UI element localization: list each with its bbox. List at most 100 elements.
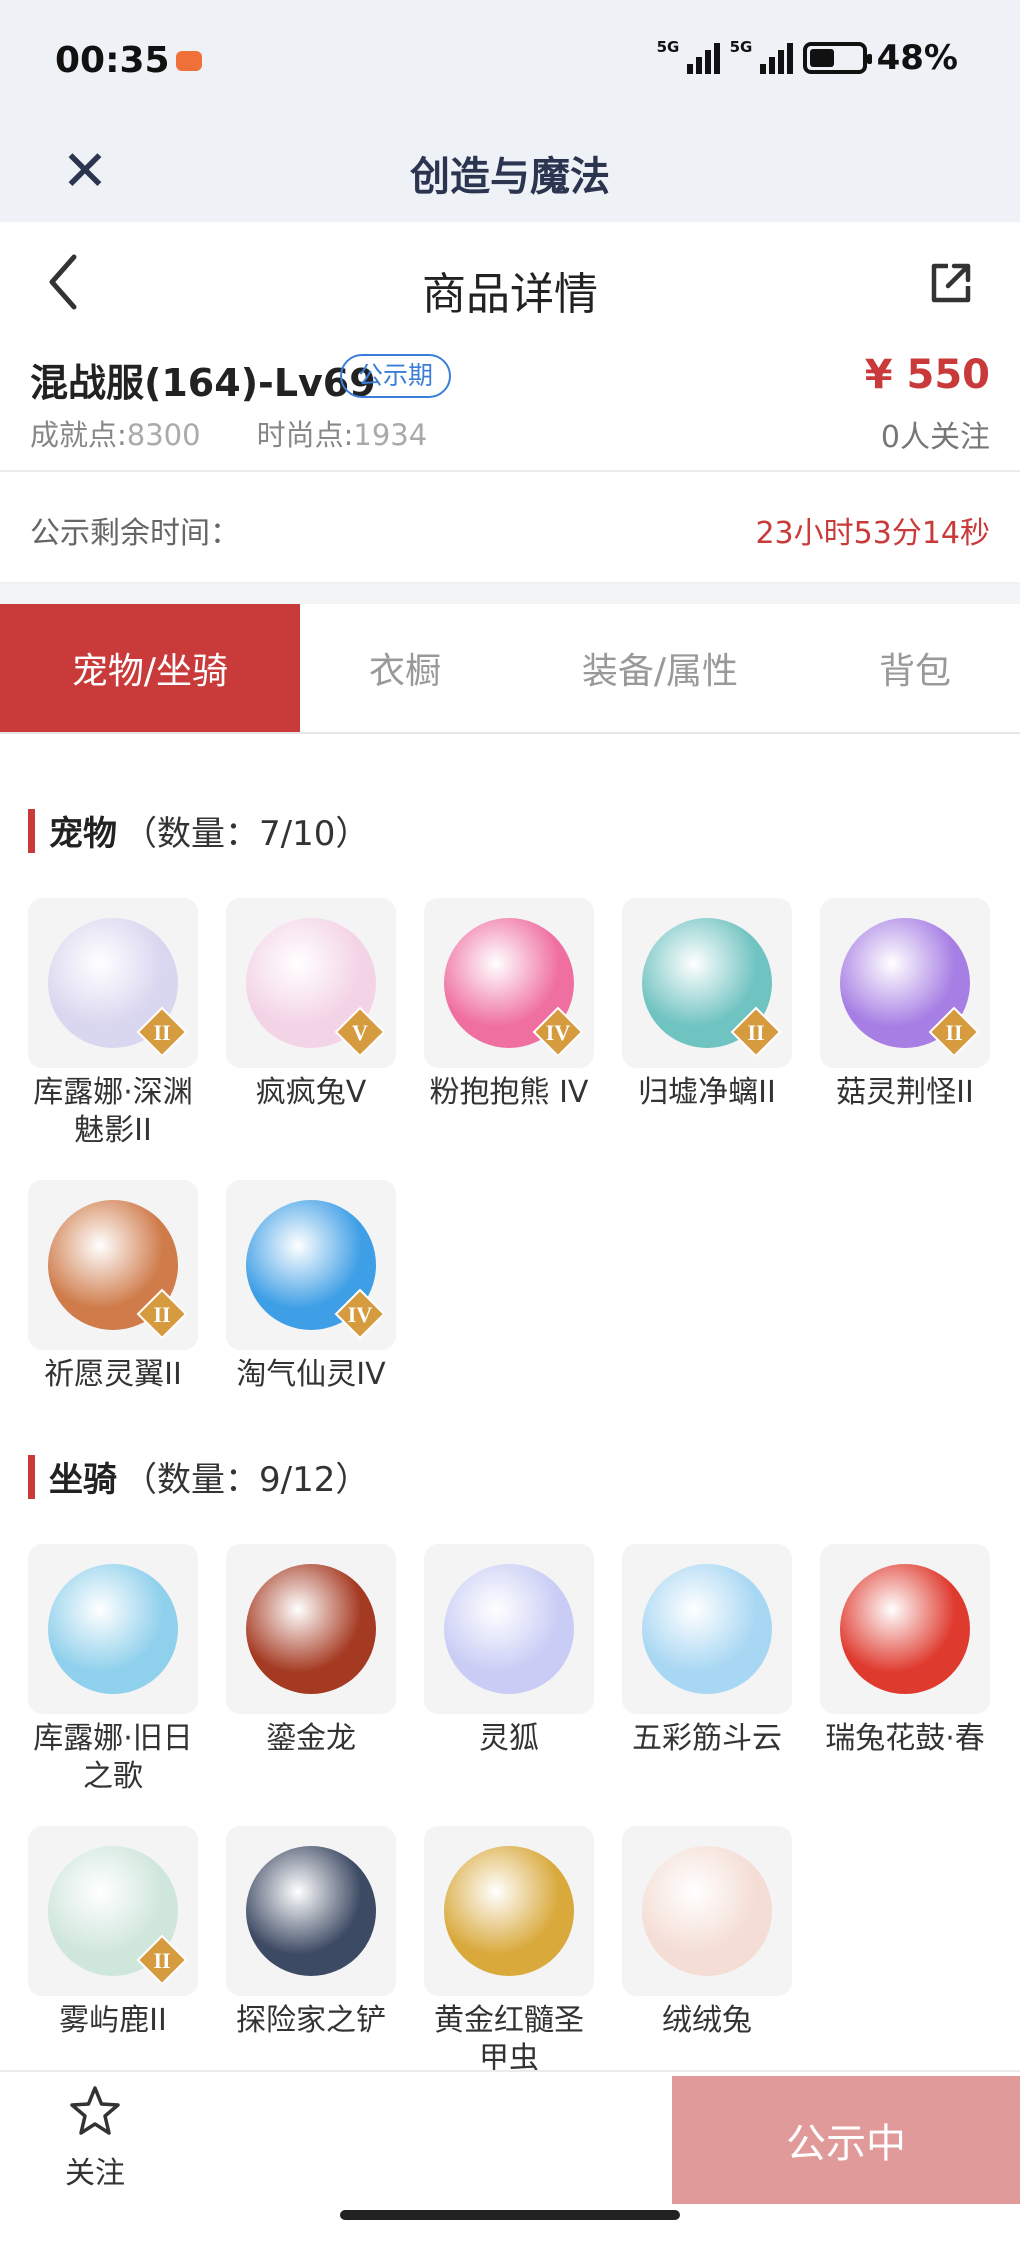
pet-item[interactable]: IV 粉抱抱熊 IV: [424, 898, 594, 1150]
mount-name: 探险家之铲: [236, 2003, 386, 2038]
pet-name: 淘气仙灵IV: [236, 1357, 386, 1392]
mount-image: [444, 1846, 574, 1976]
mount-thumbnail: [424, 1826, 594, 1996]
star-icon: [67, 2084, 123, 2144]
status-time: 00:35: [55, 40, 170, 81]
grade-diamond-icon: V: [334, 1006, 386, 1058]
pet-name: 粉抱抱熊 IV: [429, 1075, 589, 1110]
mount-item[interactable]: 探险家之铲: [226, 1826, 396, 2078]
page-title: 商品详情: [422, 269, 598, 320]
mount-thumbnail: II: [28, 1826, 198, 1996]
product-info: 混战服(164)-Lv69 公示期 ¥ 550 成就点:8300 时尚点:193…: [0, 342, 1020, 472]
pets-section-title: 宠物 （数量：7/10）: [28, 806, 369, 855]
mount-item[interactable]: 五彩筋斗云: [622, 1544, 792, 1796]
achievement-points: 成就点:8300: [30, 418, 201, 452]
nav-bar: 商品详情: [0, 222, 1020, 342]
status-badge: 公示期: [340, 354, 452, 398]
mount-thumbnail: [820, 1544, 990, 1714]
mount-name: 绒绒兔: [662, 2003, 752, 2038]
mount-thumbnail: [226, 1826, 396, 1996]
mount-thumbnail: [622, 1826, 792, 1996]
product-name: 混战服(164)-Lv69: [30, 361, 376, 405]
pet-item[interactable]: IV 淘气仙灵IV: [226, 1180, 396, 1394]
pet-item[interactable]: II 菇灵荆怪II: [820, 898, 990, 1150]
tab-equipment[interactable]: 装备/属性: [510, 604, 810, 732]
svg-text:II: II: [945, 1020, 962, 1045]
mount-thumbnail: [28, 1544, 198, 1714]
pet-item[interactable]: V 疯疯兔V: [226, 898, 396, 1150]
tab-backpack[interactable]: 背包: [810, 604, 1020, 732]
pet-thumbnail: II: [622, 898, 792, 1068]
tab-pets-mounts[interactable]: 宠物/坐骑: [0, 604, 300, 732]
pets-grid: II 库露娜·深渊魅影II V 疯疯兔V IV 粉抱抱熊 IV II 归墟净螭II II 菇灵荆怪…: [28, 898, 998, 1424]
mount-item[interactable]: 瑞兔花鼓·春: [820, 1544, 990, 1796]
mount-item[interactable]: II 雾屿鹿II: [28, 1826, 198, 2078]
pet-thumbnail: II: [28, 898, 198, 1068]
battery-icon: [802, 42, 872, 74]
divider: [0, 584, 1020, 604]
follow-button[interactable]: 关注: [40, 2084, 150, 2214]
fashion-points: 时尚点:1934: [256, 418, 428, 452]
svg-text:V: V: [352, 1020, 368, 1045]
home-indicator: [340, 2210, 680, 2220]
countdown-row: 公示剩余时间： 23小时53分14秒: [0, 474, 1020, 584]
mount-item[interactable]: 灵狐: [424, 1544, 594, 1796]
mount-image: [840, 1564, 970, 1694]
svg-text:II: II: [747, 1020, 764, 1045]
signal-icon: 5G: [657, 38, 720, 74]
pet-item[interactable]: II 归墟净螭II: [622, 898, 792, 1150]
pet-item[interactable]: II 库露娜·深渊魅影II: [28, 898, 198, 1150]
mount-item[interactable]: 鎏金龙: [226, 1544, 396, 1796]
signal-icon-2: 5G: [730, 38, 793, 74]
share-icon[interactable]: [926, 258, 976, 308]
pet-thumbnail: V: [226, 898, 396, 1068]
svg-text:IV: IV: [348, 1302, 373, 1327]
mount-name: 灵狐: [479, 1721, 539, 1756]
svg-text:II: II: [153, 1302, 170, 1327]
mount-name: 五彩筋斗云: [632, 1721, 782, 1756]
category-tabs: 宠物/坐骑 衣橱 装备/属性 背包: [0, 604, 1020, 734]
mount-image: [246, 1846, 376, 1976]
app-title: 创造与魔法: [410, 154, 610, 200]
pet-name: 归墟净螭II: [638, 1075, 776, 1110]
mounts-section-title: 坐骑 （数量：9/12）: [28, 1452, 369, 1501]
pet-item[interactable]: II 祈愿灵翼II: [28, 1180, 198, 1394]
mount-item[interactable]: 绒绒兔: [622, 1826, 792, 2078]
pet-name: 库露娜·深渊魅影II: [33, 1075, 193, 1148]
product-stats: 成就点:8300 时尚点:1934: [30, 412, 427, 454]
svg-text:II: II: [153, 1020, 170, 1045]
grade-diamond-icon: II: [136, 1288, 188, 1340]
grade-diamond-icon: IV: [532, 1006, 584, 1058]
mount-name: 黄金红髓圣甲虫: [434, 2003, 584, 2076]
game-notification-icon: [176, 51, 202, 71]
mount-name: 雾屿鹿II: [59, 2003, 167, 2038]
grade-diamond-icon: II: [136, 1934, 188, 1986]
mount-thumbnail: [226, 1544, 396, 1714]
svg-text:II: II: [153, 1948, 170, 1973]
mount-image: [642, 1564, 772, 1694]
follower-count: 0人关注: [880, 420, 990, 455]
mount-item[interactable]: 黄金红髓圣甲虫: [424, 1826, 594, 2078]
publicity-status-button[interactable]: 公示中: [672, 2076, 1020, 2204]
grade-diamond-icon: IV: [334, 1288, 386, 1340]
mount-image: [444, 1564, 574, 1694]
pet-thumbnail: IV: [226, 1180, 396, 1350]
mount-image: [642, 1846, 772, 1976]
app-header: ✕ 创造与魔法: [0, 120, 1020, 222]
countdown-value: 23小时53分14秒: [755, 516, 990, 551]
system-status-bar: 00:35 5G 5G 48%: [0, 0, 1020, 120]
price: ¥ 550: [864, 352, 990, 398]
mount-name: 库露娜·旧日之歌: [33, 1721, 193, 1794]
pet-thumbnail: II: [28, 1180, 198, 1350]
pet-thumbnail: II: [820, 898, 990, 1068]
tab-wardrobe[interactable]: 衣橱: [300, 604, 510, 732]
grade-diamond-icon: II: [730, 1006, 782, 1058]
svg-text:IV: IV: [546, 1020, 571, 1045]
mount-thumbnail: [622, 1544, 792, 1714]
pet-thumbnail: IV: [424, 898, 594, 1068]
battery-percent: 48%: [876, 38, 958, 78]
mount-thumbnail: [424, 1544, 594, 1714]
mount-item[interactable]: 库露娜·旧日之歌: [28, 1544, 198, 1796]
grade-diamond-icon: II: [928, 1006, 980, 1058]
countdown-label: 公示剩余时间：: [30, 516, 240, 551]
